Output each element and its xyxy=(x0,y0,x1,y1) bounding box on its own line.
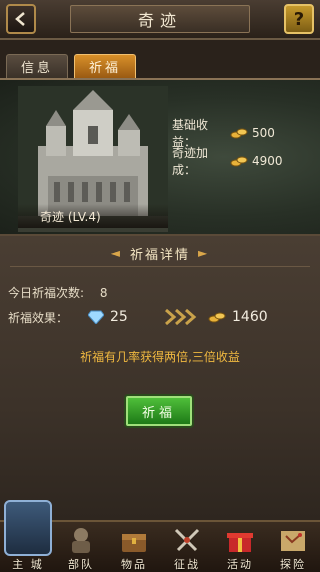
ornament-icon: ► xyxy=(198,246,210,260)
troops-icon xyxy=(72,528,90,553)
castle-icon xyxy=(4,500,52,556)
gold-icon xyxy=(230,128,248,139)
base-income-value: 500 xyxy=(252,126,275,140)
bonus-value: 4900 xyxy=(252,154,283,168)
nav-label: 征战 xyxy=(174,558,200,571)
nav-item-events[interactable]: 活动 xyxy=(214,522,266,572)
map-icon xyxy=(281,531,305,551)
daily-count-row: 今日祈福次数: 8 xyxy=(8,284,108,301)
tab-bar: 信息 祈福 xyxy=(0,40,320,80)
nav-item-items[interactable]: 物品 xyxy=(108,522,160,572)
nav-label: 探险 xyxy=(280,558,306,571)
nav-label: 部队 xyxy=(68,558,94,571)
page-title: 奇迹 xyxy=(70,5,250,33)
bonus-notice: 祈福有几率获得两倍,三倍收益 xyxy=(80,350,240,364)
pray-details-panel: ◄ 祈福详情 ► 今日祈福次数: 8 祈福效果： 25 1460 祈福有几率获得… xyxy=(0,236,320,520)
section-header: ◄ 祈福详情 ► xyxy=(70,242,250,264)
ornament-icon: ◄ xyxy=(110,246,122,260)
back-button[interactable] xyxy=(6,4,36,34)
gem-cost: 25 xyxy=(110,309,128,325)
pray-button[interactable]: 祈福 xyxy=(126,396,192,426)
gold-icon xyxy=(230,156,248,167)
tab-info[interactable]: 信息 xyxy=(6,54,68,78)
tab-pray[interactable]: 祈福 xyxy=(74,54,136,78)
chest-icon xyxy=(122,534,146,552)
section-title: 祈福详情 xyxy=(129,247,190,263)
bonus-label: 奇迹加成： xyxy=(172,146,209,177)
wonder-level: 奇迹 (LV.4) xyxy=(18,204,168,228)
effect-label: 祈福效果： xyxy=(8,310,69,325)
daily-count-label: 今日祈福次数: xyxy=(8,286,85,300)
back-arrow-icon xyxy=(15,12,25,26)
nav-item-city[interactable]: 主 城 xyxy=(2,500,54,572)
header-bar: 奇迹 ? xyxy=(0,0,320,40)
question-mark-icon: ? xyxy=(293,8,305,30)
swords-icon xyxy=(174,528,200,552)
help-button[interactable]: ? xyxy=(284,4,314,34)
nav-item-explore[interactable]: 探险 xyxy=(267,522,319,572)
pray-effect-row: 祈福效果： 25 1460 xyxy=(8,306,308,328)
wonder-panel: 奇迹 (LV.4) 基础收益： 500 奇迹加成： 4900 xyxy=(0,78,320,236)
gold-icon xyxy=(208,312,226,323)
gold-gain: 1460 xyxy=(232,309,268,325)
bonus-row: 奇迹加成： 4900 xyxy=(172,144,283,178)
gift-icon xyxy=(227,533,253,552)
bottom-nav: 主 城 部队 物品 征战 活动 探险 xyxy=(0,500,320,572)
nav-label: 主 城 xyxy=(12,558,44,571)
diamond-icon xyxy=(88,310,104,324)
nav-item-troops[interactable]: 部队 xyxy=(55,522,107,572)
daily-count-value: 8 xyxy=(99,286,108,300)
nav-label: 活动 xyxy=(227,558,253,571)
arrows-icon xyxy=(165,308,197,326)
divider xyxy=(10,266,310,267)
nav-label: 物品 xyxy=(121,558,147,571)
nav-item-battle[interactable]: 征战 xyxy=(161,522,213,572)
